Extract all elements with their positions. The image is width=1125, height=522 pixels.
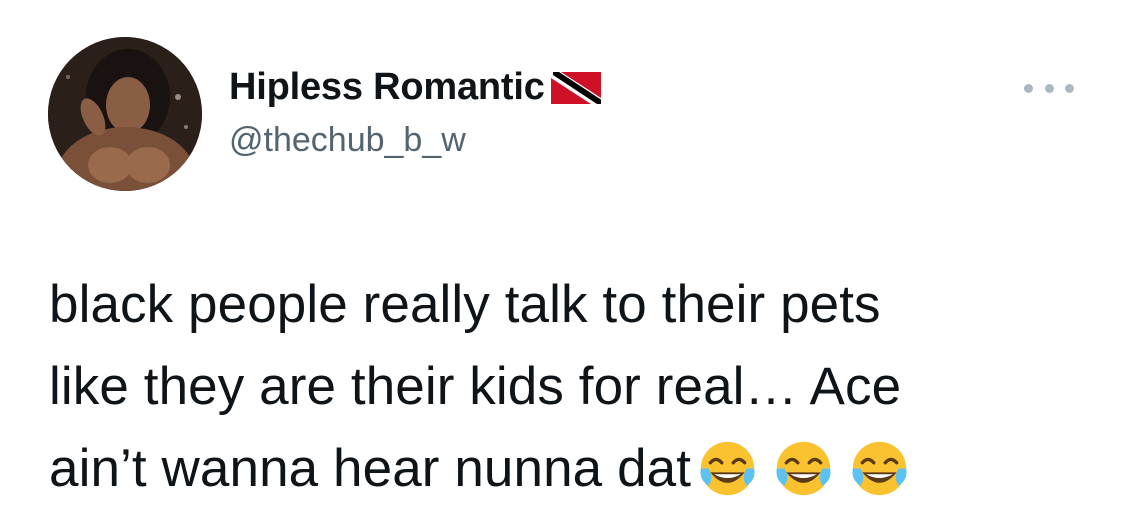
tweet-line-last: ain’t wanna hear nunna dat <box>49 428 1089 510</box>
face-with-tears-of-joy-icon <box>776 441 831 495</box>
avatar[interactable] <box>48 37 202 191</box>
more-dot-icon <box>1065 83 1074 93</box>
tweet-line: black people really talk to their pets <box>49 275 881 334</box>
author-handle[interactable]: @thechub_b_w <box>229 121 466 160</box>
trinidad-and-tobago-flag-icon <box>550 71 601 104</box>
author-name-row: Hipless Romantic <box>229 66 601 109</box>
tweet-text: black people really talk to their pets l… <box>49 264 1089 510</box>
face-with-tears-of-joy-icon <box>852 441 907 495</box>
tweet-line-text: ain’t wanna hear nunna dat <box>49 439 692 498</box>
display-name[interactable]: Hipless Romantic <box>229 66 545 109</box>
avatar-photo <box>48 37 202 191</box>
tweet-line: like they are their kids for real… Ace <box>49 357 902 416</box>
more-options-button[interactable] <box>1024 76 1074 100</box>
more-dot-icon <box>1024 83 1033 93</box>
emoji-row <box>697 438 910 499</box>
tweet-card: { "author": { "display_name": "Hipless R… <box>0 0 1125 522</box>
more-dot-icon <box>1044 83 1054 93</box>
face-with-tears-of-joy-icon <box>700 441 755 495</box>
